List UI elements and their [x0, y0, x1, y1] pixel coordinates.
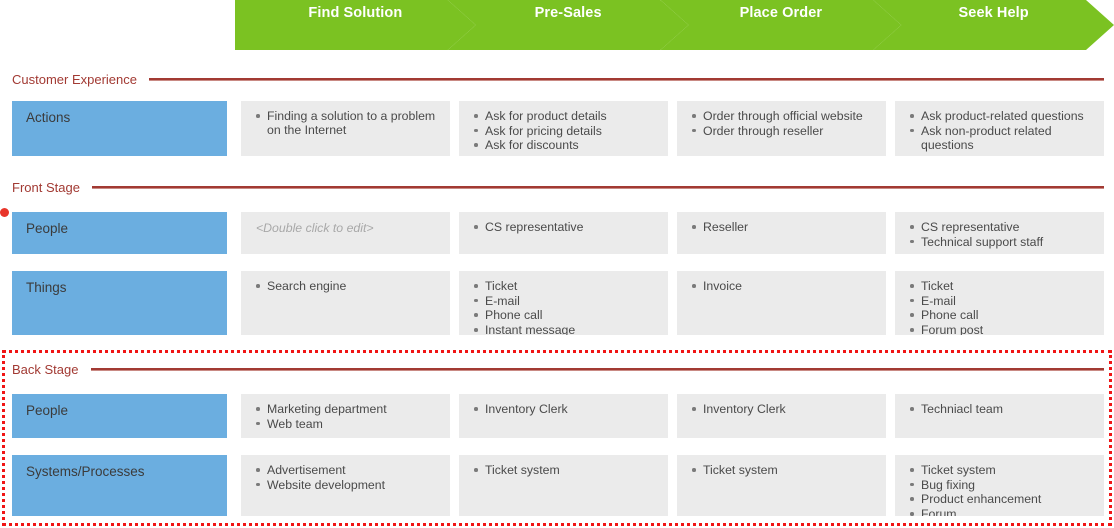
blueprint-cell[interactable]: Order through official website Order thro…: [677, 101, 886, 156]
column-spacer: [227, 271, 241, 335]
blueprint-cell[interactable]: Finding a solution to a problem on the I…: [241, 101, 450, 156]
cell-bullet-list: Search engine: [251, 279, 442, 293]
section-divider-rule: [149, 77, 1104, 81]
cell-bullet-list: CS representative: [469, 220, 660, 234]
cell-bullet-item: Order through official website: [692, 109, 878, 123]
cell-bullet-list: Order through official website Order thro…: [687, 109, 878, 138]
cell-bullet-item: Phone call: [474, 308, 660, 322]
stage-chevron-find-solution[interactable]: Find Solution: [235, 0, 476, 50]
cell-bullet-item: E-mail: [474, 294, 660, 308]
cell-bullet-item: Ask non-product related questions: [910, 124, 1096, 152]
cell-bullet-list: Ticket E-mail Phone call Forum post: [905, 279, 1096, 335]
cell-bullet-list: Reseller: [687, 220, 878, 234]
blueprint-row-actions: Actions Finding a solution to a problem o…: [0, 101, 1114, 156]
stage-chevron-label: Pre-Sales: [534, 5, 602, 21]
column-spacer: [227, 212, 241, 254]
column-spacer: [227, 101, 241, 156]
cell-bullet-list: Ask product-related questions Ask non-pro…: [905, 109, 1096, 152]
row-label-front-people[interactable]: People: [12, 212, 227, 254]
cell-bullet-list: Invoice: [687, 279, 878, 293]
blueprint-cell[interactable]: CS representative Technical support staff: [895, 212, 1104, 254]
stage-chevron-pre-sales[interactable]: Pre-Sales: [448, 0, 689, 50]
cell-bullet-item: Order through reseller: [692, 124, 878, 138]
blueprint-cell[interactable]: CS representative: [459, 212, 668, 254]
blueprint-row-front-people: People <Double click to edit> CS represent…: [0, 212, 1114, 254]
cell-bullet-item: Invoice: [692, 279, 878, 293]
back-stage-selection-outline[interactable]: [2, 350, 1112, 526]
cell-bullet-item: CS representative: [474, 220, 660, 234]
cell-bullet-item: CS representative: [910, 220, 1096, 234]
stage-chevron-seek-help[interactable]: Seek Help: [873, 0, 1114, 50]
section-label-customer-experience: Customer Experience: [12, 71, 137, 87]
cell-bullet-list: CS representative Technical support staff: [905, 220, 1096, 249]
stage-chevron-label: Find Solution: [308, 5, 403, 21]
cell-bullet-item: Instant message: [474, 323, 660, 335]
cell-bullet-item: Ask for discounts: [474, 138, 660, 152]
blueprint-cell[interactable]: Search engine: [241, 271, 450, 335]
cell-bullet-list: Ticket E-mail Phone call Instant message: [469, 279, 660, 335]
cell-bullet-item: Technical support staff: [910, 235, 1096, 249]
stage-chevron-label: Place Order: [739, 5, 823, 21]
row-marker-dot: [0, 208, 9, 217]
stage-chevron-place-order[interactable]: Place Order: [661, 0, 902, 50]
blueprint-cell[interactable]: Reseller: [677, 212, 886, 254]
cell-bullet-list: Finding a solution to a problem on the I…: [251, 109, 442, 137]
cell-bullet-item: Search engine: [256, 279, 442, 293]
cell-bullet-item: Ask for pricing details: [474, 124, 660, 138]
cell-bullet-item: Ask product-related questions: [910, 109, 1096, 123]
cell-bullet-item: Ask for product details: [474, 109, 660, 123]
cell-bullet-item: E-mail: [910, 294, 1096, 308]
cell-bullet-item: Forum post: [910, 323, 1096, 335]
blueprint-cell[interactable]: Ask for product details Ask for pricing d…: [459, 101, 668, 156]
blueprint-cell[interactable]: Ticket E-mail Phone call Instant message: [459, 271, 668, 335]
stage-chevron-label: Seek Help: [958, 5, 1029, 21]
cell-bullet-item: Ticket: [474, 279, 660, 293]
blueprint-cell[interactable]: Invoice: [677, 271, 886, 335]
section-label-front-stage: Front Stage: [12, 179, 80, 195]
cell-bullet-item: Finding a solution to a problem on the I…: [256, 109, 442, 137]
blueprint-row-front-things: Things Search engine Ticket E-mail Phone cal…: [0, 271, 1114, 335]
cell-bullet-item: Phone call: [910, 308, 1096, 322]
blueprint-cell[interactable]: <Double click to edit>: [241, 212, 450, 254]
row-label-front-things[interactable]: Things: [12, 271, 227, 335]
section-divider-rule: [91, 185, 1104, 189]
cell-bullet-list: Ask for product details Ask for pricing d…: [469, 109, 660, 153]
cell-bullet-item: Ticket: [910, 279, 1096, 293]
blueprint-cell[interactable]: Ask product-related questions Ask non-pro…: [895, 101, 1104, 156]
cell-placeholder-text: <Double click to edit>: [256, 221, 374, 235]
section-header-front-stage: Front Stage: [0, 178, 1114, 196]
section-header-customer-experience: Customer Experience: [0, 70, 1114, 88]
blueprint-cell[interactable]: Ticket E-mail Phone call Forum post: [895, 271, 1104, 335]
row-label-actions[interactable]: Actions: [12, 101, 227, 156]
cell-bullet-item: Reseller: [692, 220, 878, 234]
stage-banner: Find Solution Pre-Sales Place Order Seek He…: [235, 0, 1114, 50]
